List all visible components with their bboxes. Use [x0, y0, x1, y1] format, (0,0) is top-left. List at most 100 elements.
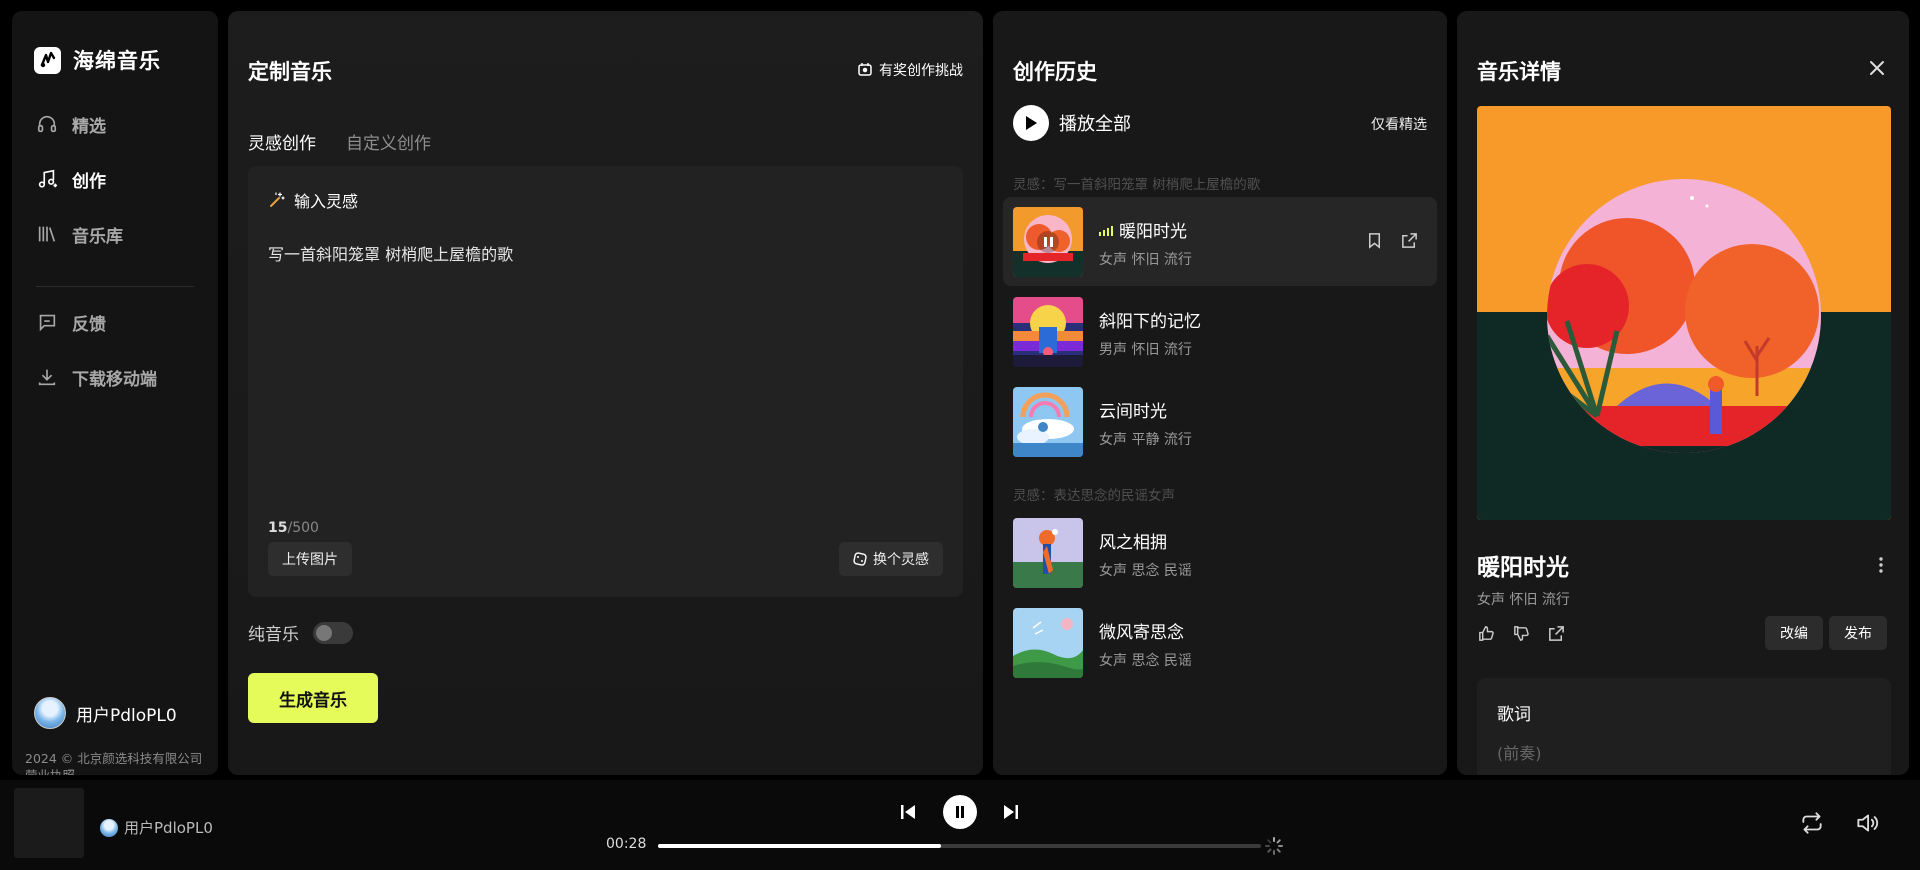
tab-inspiration[interactable]: 灵感创作	[248, 129, 316, 154]
pure-music-label: 纯音乐	[248, 625, 299, 645]
song-item[interactable]: 微风寄思念 女声 思念 民谣	[1003, 598, 1437, 687]
song-cover[interactable]	[1013, 207, 1083, 277]
lyrics-line: (前奏)	[1497, 744, 1542, 763]
brand[interactable]: 海绵音乐	[34, 45, 161, 75]
song-item[interactable]: 风之相拥 女声 思念 民谣	[1003, 508, 1437, 597]
avatar	[100, 818, 118, 837]
shuffle-inspiration-button[interactable]: 换个灵感	[839, 542, 943, 576]
sidebar-item-label: 音乐库	[72, 226, 123, 247]
play-all-button[interactable]: 播放全部	[1013, 105, 1131, 141]
thumbs-up-icon[interactable]	[1477, 624, 1496, 643]
publish-button[interactable]: 发布	[1829, 616, 1887, 650]
history-panel: 创作历史 播放全部 仅看精选 灵感：写一首斜阳笼罩 树梢爬上屋檐的歌 暖阳时光 …	[993, 11, 1447, 775]
create-tabs: 灵感创作 自定义创作	[248, 129, 431, 154]
dice-icon	[853, 552, 867, 566]
progress-fill	[658, 844, 942, 848]
user-profile[interactable]: 用户PdloPL0	[34, 697, 177, 729]
headphones-icon	[37, 115, 57, 133]
app-root: 海绵音乐 精选 创作 音乐库 反馈 下载移动端 用户PdloPL0 2024 ©…	[0, 0, 1920, 870]
brand-name: 海绵音乐	[73, 49, 161, 73]
song-detail-tags: 女声 怀旧 流行	[1477, 592, 1570, 608]
now-playing-cover[interactable]	[14, 788, 84, 858]
song-tags: 女声 思念 民谣	[1099, 653, 1192, 669]
pure-music-row: 纯音乐	[248, 620, 353, 645]
prompt-box[interactable]: 输入灵感 写一首斜阳笼罩 树梢爬上屋檐的歌 15/500 上传图片 换个灵感	[248, 166, 963, 597]
song-item[interactable]: 斜阳下的记忆 男声 怀旧 流行	[1003, 287, 1437, 376]
repeat-icon[interactable]	[1799, 810, 1825, 836]
now-playing-user[interactable]: 用户PdloPL0	[100, 817, 213, 838]
char-counter: 15/500	[268, 520, 319, 536]
avatar	[34, 697, 66, 729]
lyrics-title: 歌词	[1497, 705, 1531, 725]
magic-wand-icon	[270, 192, 285, 207]
group-label: 灵感：表达思念的民谣女声	[1013, 488, 1175, 504]
lyrics-card: 歌词 (前奏)	[1477, 678, 1891, 775]
prompt-input[interactable]: 写一首斜阳笼罩 树梢爬上屋檐的歌	[268, 241, 513, 265]
group-label: 灵感：写一首斜阳笼罩 树梢爬上屋檐的歌	[1013, 177, 1261, 193]
detail-title: 音乐详情	[1477, 60, 1561, 84]
song-title: 暖阳时光	[1099, 217, 1187, 242]
sidebar-item-create[interactable]: 创作	[36, 164, 106, 194]
user-name: 用户PdloPL0	[76, 705, 177, 726]
thumbs-down-icon[interactable]	[1512, 624, 1531, 643]
feedback-icon	[39, 314, 56, 332]
sidebar-item-download[interactable]: 下载移动端	[36, 362, 157, 392]
song-detail-title: 暖阳时光	[1477, 555, 1569, 581]
song-tags: 男声 怀旧 流行	[1099, 342, 1192, 358]
library-icon	[38, 226, 56, 242]
sidebar-item-feedback[interactable]: 反馈	[36, 307, 106, 337]
sidebar-item-featured[interactable]: 精选	[36, 109, 106, 139]
song-title: 斜阳下的记忆	[1099, 312, 1201, 332]
previous-icon[interactable]	[898, 802, 918, 822]
music-note-icon	[38, 169, 58, 188]
remix-button[interactable]: 改编	[1765, 616, 1823, 650]
loading-spinner-icon	[1265, 837, 1283, 855]
song-item[interactable]: 暖阳时光 女声 怀旧 流行	[1003, 197, 1437, 286]
sidebar-item-label: 反馈	[72, 314, 106, 335]
detail-actions	[1477, 624, 1566, 643]
pause-button[interactable]	[943, 795, 977, 829]
share-icon[interactable]	[1547, 624, 1566, 643]
sidebar-item-library[interactable]: 音乐库	[36, 219, 123, 249]
song-title: 云间时光	[1099, 402, 1167, 422]
prompt-label: 输入灵感	[268, 188, 358, 212]
song-cover[interactable]	[1013, 608, 1083, 678]
song-tags: 女声 平静 流行	[1099, 432, 1192, 448]
song-cover[interactable]	[1013, 387, 1083, 457]
progress-bar[interactable]	[658, 844, 1261, 848]
song-cover[interactable]	[1013, 297, 1083, 367]
song-title: 风之相拥	[1099, 533, 1167, 553]
tab-custom[interactable]: 自定义创作	[346, 129, 431, 154]
album-cover	[1477, 106, 1891, 520]
detail-panel: 音乐详情 暖阳时光 女声 怀旧 流行 改编 发布 歌词 (前奏)	[1457, 11, 1909, 775]
pure-music-toggle[interactable]	[313, 621, 353, 644]
next-icon[interactable]	[1001, 802, 1021, 822]
pause-icon	[956, 806, 964, 818]
song-cover[interactable]	[1013, 518, 1083, 588]
song-title: 微风寄思念	[1099, 623, 1184, 643]
upload-image-button[interactable]: 上传图片	[268, 542, 352, 576]
gift-icon	[858, 63, 872, 76]
download-icon	[38, 369, 56, 386]
create-panel: 定制音乐 有奖创作挑战 灵感创作 自定义创作 输入灵感 写一首斜阳笼罩 树梢爬上…	[228, 11, 983, 775]
history-title: 创作历史	[1013, 60, 1097, 84]
player-bar: 用户PdloPL0 00:28	[0, 780, 1920, 870]
page-title: 定制音乐	[248, 60, 332, 84]
song-item[interactable]: 云间时光 女声 平静 流行	[1003, 377, 1437, 466]
bookmark-icon[interactable]	[1365, 231, 1384, 250]
volume-icon[interactable]	[1854, 810, 1880, 836]
copyright-text: 2024 © 北京颜选科技有限公司	[25, 751, 203, 766]
generate-music-button[interactable]: 生成音乐	[248, 673, 378, 723]
more-options-icon[interactable]	[1873, 553, 1889, 577]
only-picks-filter[interactable]: 仅看精选	[1371, 114, 1427, 134]
song-actions	[1365, 231, 1419, 250]
playing-equalizer-icon	[1099, 224, 1113, 236]
elapsed-time: 00:28	[606, 836, 647, 852]
share-icon[interactable]	[1400, 231, 1419, 250]
close-icon[interactable]	[1865, 56, 1889, 80]
sidebar-item-label: 创作	[72, 171, 106, 192]
challenge-link[interactable]: 有奖创作挑战	[857, 60, 963, 80]
sidebar-item-label: 下载移动端	[72, 369, 157, 390]
license-link[interactable]: 营业执照	[25, 767, 218, 775]
sidebar: 海绵音乐 精选 创作 音乐库 反馈 下载移动端 用户PdloPL0 2024 ©…	[12, 11, 218, 775]
